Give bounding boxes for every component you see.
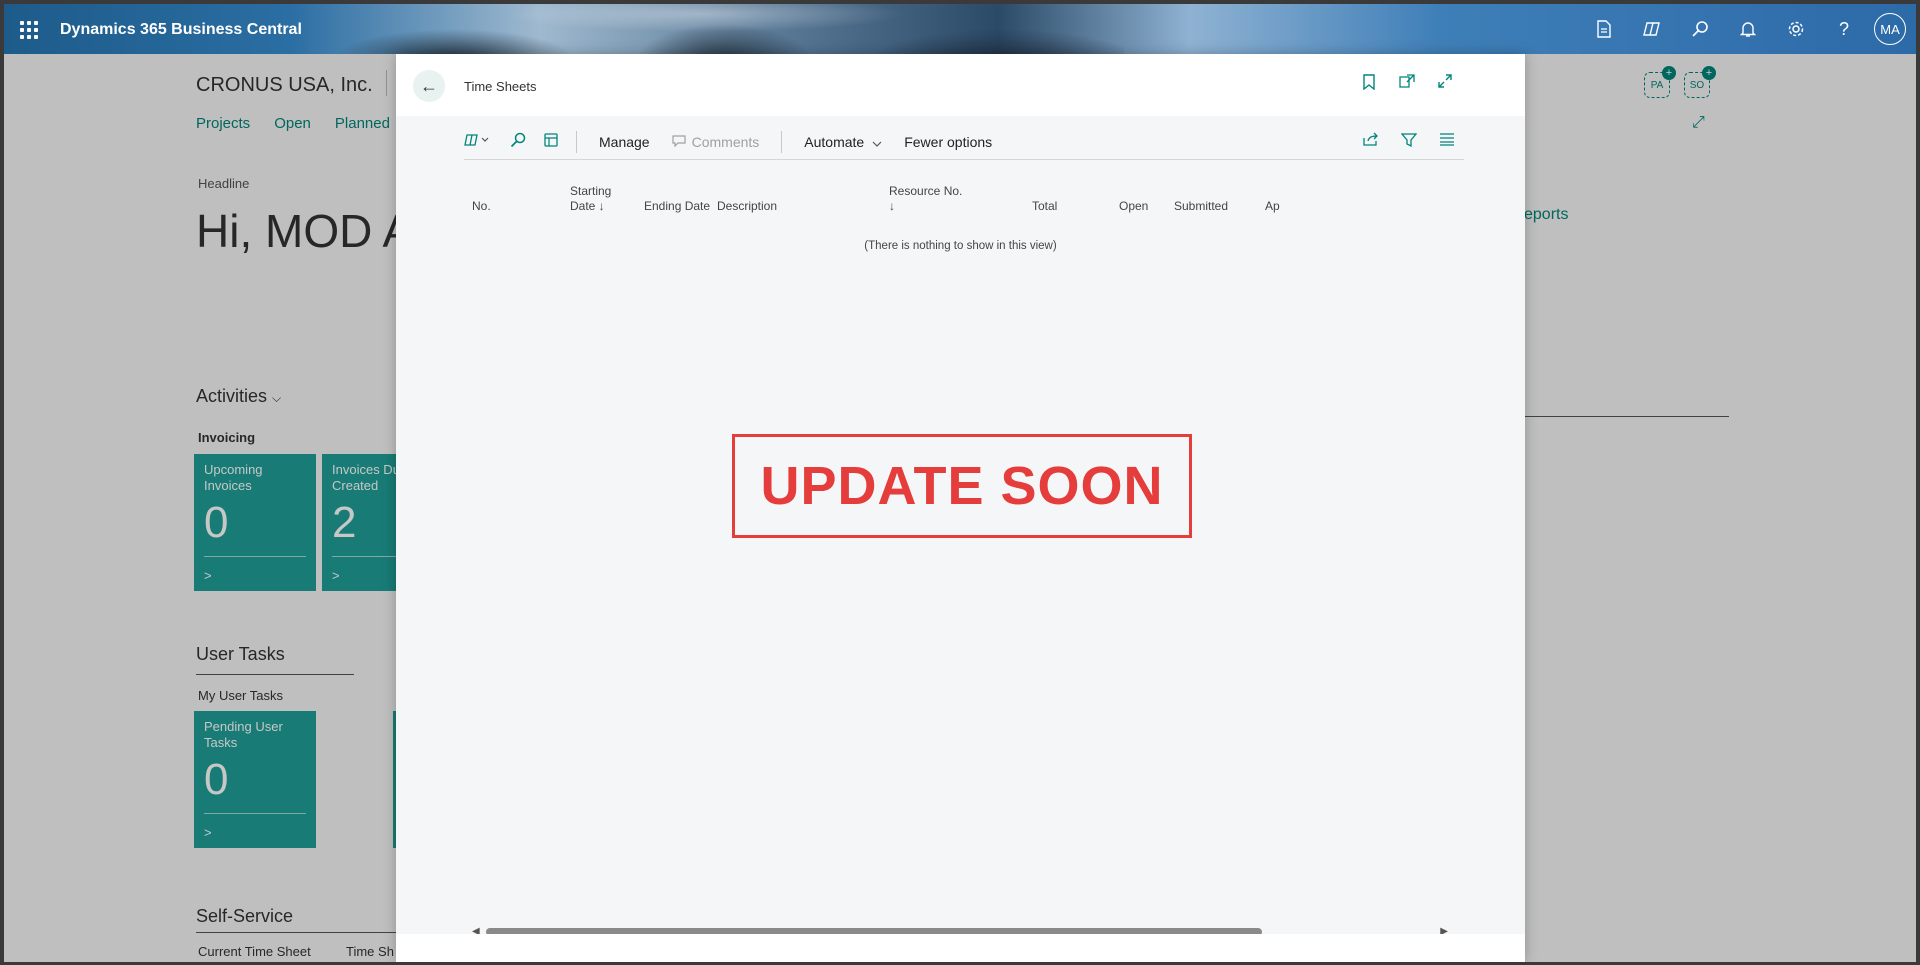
bookmark-icon[interactable] [1359,74,1379,95]
column-header-no[interactable]: No. [472,199,491,214]
fewer-options-button[interactable]: Fewer options [904,134,992,150]
dialog-title: Time Sheets [464,79,537,94]
action-bar: Manage Comments Automate Fewer options [464,124,1464,160]
column-header-resource-no[interactable]: Resource No. ↓ [889,184,962,214]
chevron-down-icon [872,134,882,150]
top-bar: Dynamics 365 Business Central ? MA [4,4,1916,54]
divider [781,130,783,153]
list-options-icon[interactable] [1438,132,1456,152]
share-icon[interactable] [1362,132,1380,152]
comment-icon [671,134,686,150]
copilot-dropdown-icon[interactable] [464,133,492,151]
app-launcher-icon[interactable] [20,21,38,39]
back-button[interactable]: ← [413,70,445,102]
search-icon[interactable] [1676,4,1724,54]
empty-list-message: (There is nothing to show in this view) [864,240,1057,252]
app-frame: Dynamics 365 Business Central ? MA CRONU… [4,4,1916,962]
column-header-total[interactable]: Total [1032,199,1057,214]
product-name[interactable]: Dynamics 365 Business Central [60,21,302,39]
gear-icon[interactable] [1772,4,1820,54]
time-sheets-dialog: ← Time Sheets Manage Comments Automate F… [396,54,1525,962]
arrow-left-icon: ← [420,75,438,96]
dialog-header-actions [1359,74,1455,95]
top-bar-actions: ? MA [1580,4,1916,54]
manage-button[interactable]: Manage [599,134,650,150]
comments-button[interactable]: Comments [671,134,759,150]
column-header-approved[interactable]: Ap [1265,199,1280,214]
dialog-footer [396,934,1525,962]
open-new-window-icon[interactable] [1397,74,1417,95]
divider [576,130,577,153]
dialog-header: ← Time Sheets [396,54,1525,116]
column-header-open[interactable]: Open [1119,199,1148,214]
user-avatar[interactable]: MA [1874,13,1906,45]
column-header-submitted[interactable]: Submitted [1174,199,1228,214]
column-header-ending-date[interactable]: Ending Date [644,199,710,214]
document-icon[interactable] [1580,4,1628,54]
column-header-description[interactable]: Description [717,199,777,214]
update-soon-stamp: UPDATE SOON [732,434,1192,538]
header-background-image [304,4,1124,54]
search-icon[interactable] [510,132,526,152]
filter-icon[interactable] [1400,132,1418,152]
copilot-icon[interactable] [1628,4,1676,54]
column-headers: No. Starting Date ↓ Ending Date Descript… [464,174,1464,224]
column-header-starting-date[interactable]: Starting Date ↓ [570,184,611,214]
expand-icon[interactable] [1435,74,1455,95]
bell-icon[interactable] [1724,4,1772,54]
list-view-icon[interactable] [544,132,558,151]
help-icon[interactable]: ? [1820,4,1868,54]
action-bar-right [1362,132,1456,152]
automate-button[interactable]: Automate [804,134,882,150]
